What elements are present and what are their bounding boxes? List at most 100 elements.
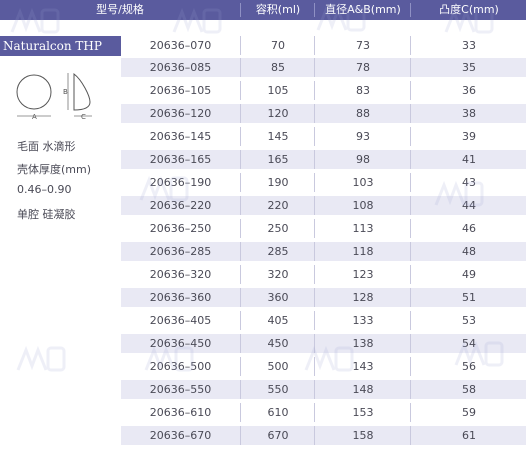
column-divider (240, 81, 241, 100)
diameter-cell: 108 (352, 199, 374, 212)
header-divider (240, 3, 241, 17)
diameter-cell: 123 (352, 268, 374, 281)
column-divider (314, 242, 315, 261)
volume-cell: 145 (267, 130, 289, 143)
table-row: 20636–085 85 78 35 (121, 58, 526, 77)
column-divider (240, 36, 241, 55)
column-divider (410, 311, 411, 330)
implant-shape-diagram: A B C (16, 72, 92, 121)
column-divider (410, 403, 411, 422)
watermark-logo-icon (139, 175, 189, 202)
projection-cell: 49 (462, 268, 476, 281)
model-cell: 20636–610 (149, 406, 212, 419)
column-divider (240, 104, 241, 123)
diameter-cell: 78 (356, 61, 370, 74)
column-divider (314, 380, 315, 399)
table-row: 20636–670 670 158 61 (121, 426, 526, 445)
column-divider (240, 426, 241, 445)
column-divider (314, 265, 315, 284)
column-divider (314, 58, 315, 77)
table-row: 20636–145 145 93 39 (121, 127, 526, 146)
column-divider (314, 150, 315, 169)
column-divider (410, 81, 411, 100)
spec-shell-label: 壳体厚度(mm) (17, 163, 92, 176)
watermark-logo-icon (304, 345, 354, 372)
diameter-cell: 118 (352, 245, 374, 258)
projection-cell: 39 (462, 130, 476, 143)
projection-cell: 48 (462, 245, 476, 258)
column-divider (240, 127, 241, 146)
front-view-circle (16, 74, 52, 110)
diameter-cell: 98 (356, 153, 370, 166)
volume-cell: 550 (267, 383, 289, 396)
watermark-logo-icon (444, 7, 494, 34)
dimension-a-label: A (32, 113, 37, 121)
dimension-b-label: B (63, 88, 68, 96)
column-divider (410, 265, 411, 284)
volume-cell: 320 (267, 268, 289, 281)
model-cell: 20636–320 (149, 268, 212, 281)
column-divider (240, 288, 241, 307)
projection-cell: 51 (462, 291, 476, 304)
column-divider (240, 311, 241, 330)
diameter-cell: 103 (352, 176, 374, 189)
volume-cell: 360 (267, 291, 289, 304)
column-divider (240, 150, 241, 169)
column-divider (410, 173, 411, 192)
column-divider (410, 58, 411, 77)
column-divider (410, 288, 411, 307)
projection-cell: 35 (462, 61, 476, 74)
column-divider (240, 357, 241, 376)
table-row: 20636–610 610 153 59 (121, 403, 526, 422)
column-divider (410, 380, 411, 399)
column-divider (240, 219, 241, 238)
column-divider (314, 426, 315, 445)
spec-fill-type: 单腔 硅凝胶 (17, 208, 76, 221)
volume-cell: 610 (267, 406, 289, 419)
watermark-logo-icon (454, 340, 504, 367)
column-divider (240, 334, 241, 353)
header-divider (410, 3, 411, 17)
column-divider (314, 311, 315, 330)
projection-cell: 46 (462, 222, 476, 235)
column-divider (240, 58, 241, 77)
spec-shell-value: 0.46–0.90 (17, 183, 72, 196)
column-divider (314, 219, 315, 238)
model-cell: 20636–165 (149, 153, 212, 166)
projection-cell: 53 (462, 314, 476, 327)
column-divider (410, 36, 411, 55)
projection-cell: 61 (462, 429, 476, 442)
projection-cell: 58 (462, 383, 476, 396)
table-row: 20636–285 285 118 48 (121, 242, 526, 261)
column-divider (410, 219, 411, 238)
column-divider (410, 242, 411, 261)
model-cell: 20636–360 (149, 291, 212, 304)
column-divider (240, 242, 241, 261)
watermark-logo-icon (434, 180, 484, 207)
column-divider (314, 104, 315, 123)
header-volume: 容积(ml) (255, 3, 301, 16)
column-divider (240, 380, 241, 399)
column-divider (314, 403, 315, 422)
model-cell: 20636–105 (149, 84, 212, 97)
watermark-logo-icon (172, 7, 222, 34)
side-view-teardrop (73, 72, 91, 111)
diameter-cell: 153 (352, 406, 374, 419)
projection-cell: 59 (462, 406, 476, 419)
table-row: 20636–320 320 123 49 (121, 265, 526, 284)
model-cell: 20636–250 (149, 222, 212, 235)
watermark-logo-icon (316, 5, 366, 32)
volume-cell: 670 (267, 429, 289, 442)
volume-cell: 250 (267, 222, 289, 235)
volume-cell: 220 (267, 199, 289, 212)
projection-cell: 36 (462, 84, 476, 97)
watermark-logo-icon (16, 345, 66, 372)
model-cell: 20636–550 (149, 383, 212, 396)
column-divider (410, 127, 411, 146)
volume-cell: 190 (267, 176, 289, 189)
volume-cell: 285 (267, 245, 289, 258)
column-divider (410, 196, 411, 215)
column-divider (410, 104, 411, 123)
diameter-cell: 113 (352, 222, 374, 235)
dimension-c-label: C (81, 113, 86, 121)
